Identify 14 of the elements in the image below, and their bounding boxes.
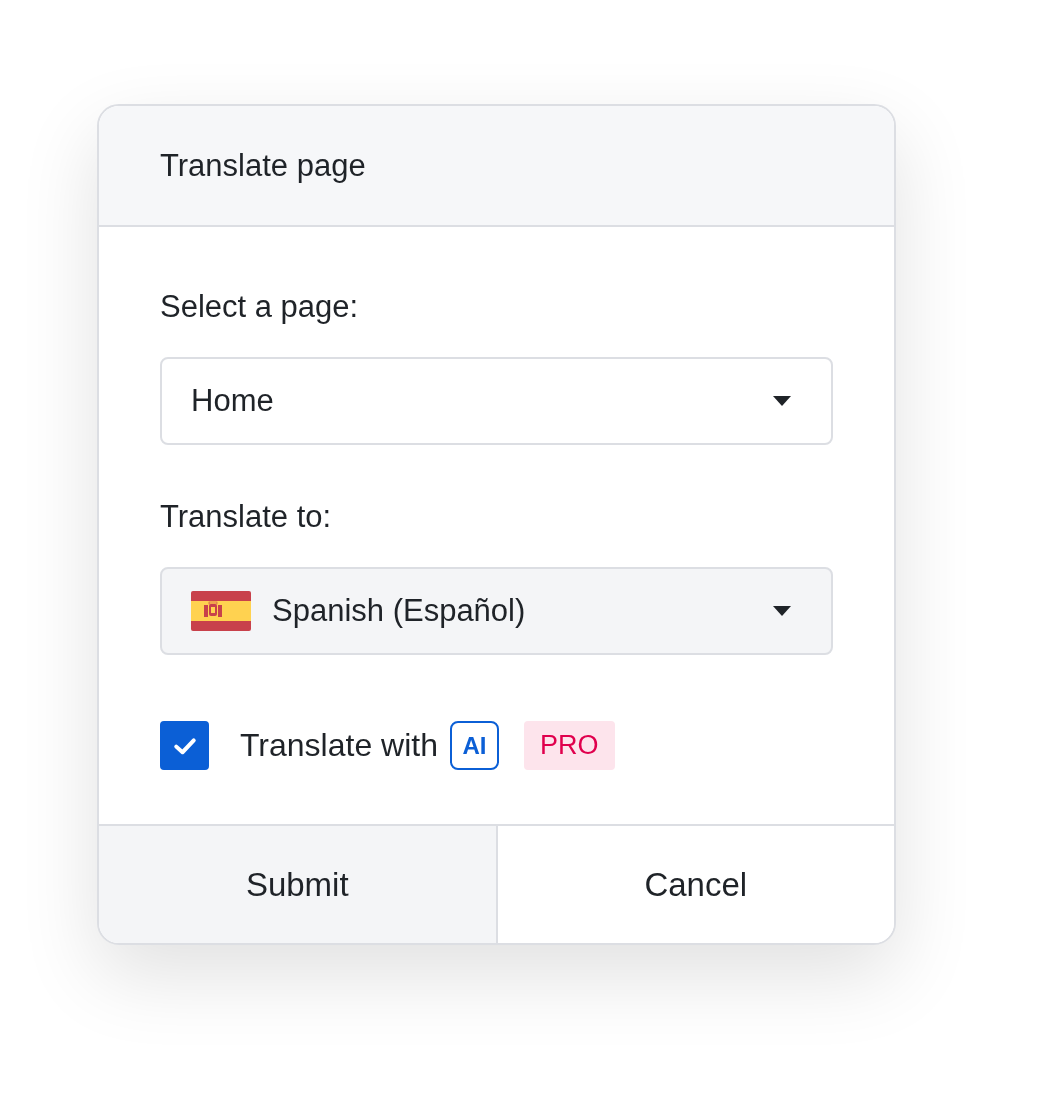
pro-badge: PRO	[524, 721, 615, 770]
flag-icon	[191, 591, 251, 631]
ai-badge: AI	[450, 721, 499, 770]
checkbox-label: Translate with	[240, 727, 438, 764]
dropdown-field[interactable]: Home	[160, 357, 833, 445]
dialog-title: Translate page	[160, 147, 366, 184]
dialog-button[interactable]: Cancel	[495, 826, 894, 943]
field-label: Translate to:	[160, 499, 333, 535]
caret-icon	[773, 396, 791, 406]
dropdown-field[interactable]: Spanish (Español)	[160, 567, 833, 655]
checkbox[interactable]	[160, 721, 209, 770]
field-label: Select a page:	[160, 289, 360, 325]
caret-icon	[773, 606, 791, 616]
dialog-button[interactable]: Submit	[99, 826, 496, 943]
